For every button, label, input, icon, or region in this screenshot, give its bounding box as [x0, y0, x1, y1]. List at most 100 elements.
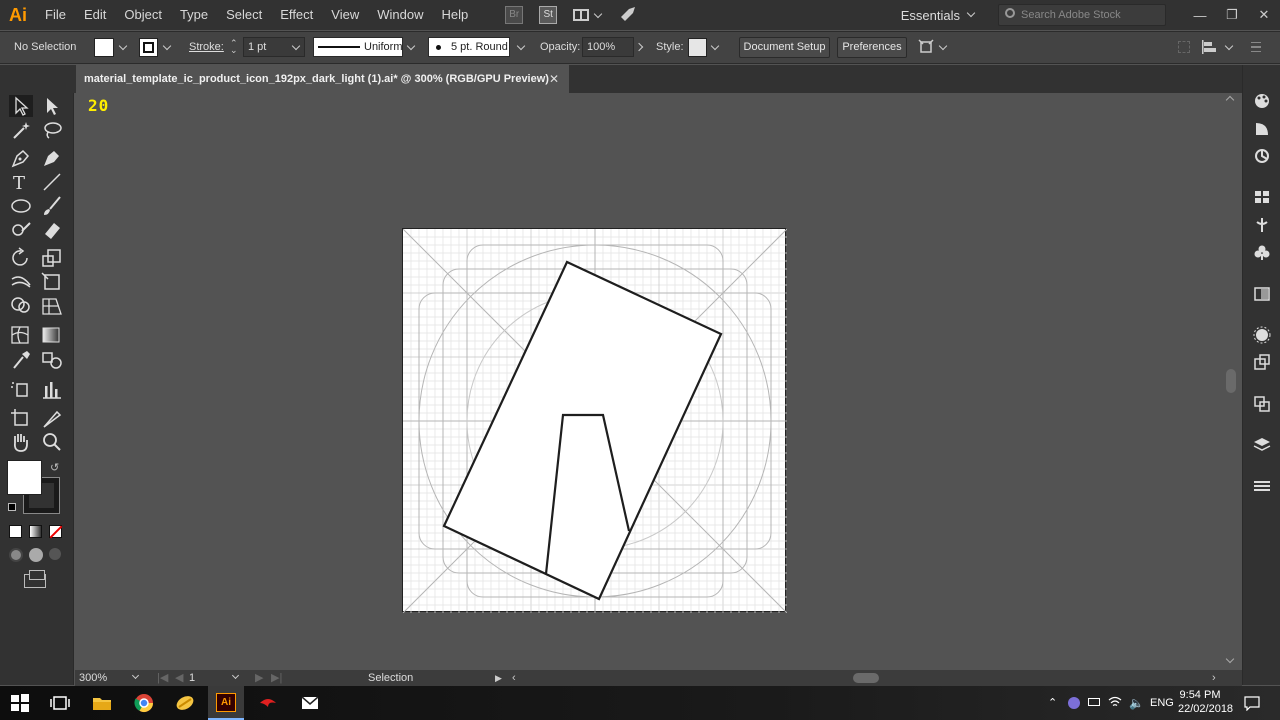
battery-icon[interactable] [1088, 698, 1100, 706]
document-setup-button[interactable]: Document Setup [739, 37, 830, 58]
previous-artboard-icon[interactable]: ◀ [175, 670, 183, 686]
swap-fill-stroke-icon[interactable]: ↺ [50, 461, 59, 474]
show-hidden-icons[interactable]: ⌃ [1048, 686, 1057, 720]
status-menu-icon[interactable]: ▶ [495, 670, 502, 686]
menu-select[interactable]: Select [217, 0, 271, 30]
default-fill-stroke-icon[interactable] [8, 503, 16, 511]
chevron-down-icon[interactable] [162, 41, 172, 51]
menu-edit[interactable]: Edit [75, 0, 115, 30]
shape-builder-tool-icon[interactable] [9, 295, 33, 317]
line-tool-icon[interactable] [40, 171, 64, 193]
document-tab[interactable]: material_template_ic_product_icon_192px_… [76, 65, 569, 93]
swatches-icon[interactable] [1253, 188, 1271, 206]
bridge-button[interactable]: Br [505, 6, 524, 24]
artboard-tool-icon[interactable] [9, 407, 33, 429]
gradient-tool-icon[interactable] [40, 324, 64, 346]
clock[interactable]: 9:54 PM 22/02/2018 [1178, 688, 1233, 716]
column-graph-tool-icon[interactable] [40, 378, 64, 400]
magic-wand-tool-icon[interactable] [9, 119, 33, 141]
scroll-left-icon[interactable]: ‹ [512, 670, 516, 686]
fill-color-swatch[interactable] [7, 460, 42, 495]
input-language[interactable]: ENG [1150, 686, 1174, 720]
stroke-stepper-icon[interactable]: ⌃ ⌄ [230, 39, 238, 55]
scroll-right-icon[interactable]: › [1212, 670, 1216, 686]
menu-window[interactable]: Window [368, 0, 432, 30]
illustrator-taskbar-icon[interactable]: Ai [208, 686, 244, 720]
vertical-scrollbar[interactable] [1222, 93, 1240, 668]
fill-swatch[interactable] [94, 38, 114, 57]
chevron-down-icon[interactable] [593, 9, 603, 18]
game-app-icon[interactable] [258, 693, 278, 713]
layers-icon[interactable] [1253, 436, 1271, 454]
draw-normal-icon[interactable] [9, 548, 23, 562]
menu-view[interactable]: View [322, 0, 368, 30]
chevron-down-icon[interactable] [406, 41, 416, 51]
first-artboard-icon[interactable]: |◀ [157, 670, 168, 686]
variable-width-profile[interactable]: Uniform [313, 37, 403, 57]
chevron-down-icon[interactable] [118, 41, 128, 51]
volume-icon[interactable]: 🔈 [1129, 686, 1144, 720]
direct-selection-tool-icon[interactable] [40, 95, 64, 117]
mesh-tool-icon[interactable] [9, 324, 33, 346]
pen-tool-icon[interactable] [9, 147, 33, 169]
menu-file[interactable]: File [36, 0, 75, 30]
minimize-icon[interactable]: — [1184, 8, 1216, 23]
selection-tool-icon[interactable] [9, 95, 33, 117]
type-tool-icon[interactable]: T [9, 171, 33, 194]
arrange-documents-icon[interactable] [573, 9, 590, 21]
file-explorer-icon[interactable] [92, 693, 112, 713]
blend-tool-icon[interactable] [40, 349, 64, 371]
close-icon[interactable]: ✕ [1248, 7, 1280, 23]
chevron-right-icon[interactable] [634, 42, 644, 52]
transform-panel-icon[interactable] [1253, 353, 1271, 371]
appearance-icon[interactable] [1253, 326, 1271, 344]
hamburger-menu-icon[interactable] [1253, 477, 1271, 495]
sticky-app-icon[interactable] [175, 693, 195, 713]
opacity-field[interactable]: 100% [582, 37, 634, 57]
last-artboard-icon[interactable]: ▶| [271, 670, 282, 686]
artboard[interactable] [402, 228, 788, 614]
fill-color-mode-icon[interactable] [9, 525, 22, 538]
shaper-tool-icon[interactable] [9, 219, 33, 241]
ellipse-tool-icon[interactable] [9, 195, 33, 217]
color-guide-icon[interactable] [1253, 120, 1271, 138]
free-transform-tool-icon[interactable] [40, 271, 64, 293]
preferences-button[interactable]: Preferences [837, 37, 907, 58]
gradient-mode-icon[interactable] [29, 525, 42, 538]
scale-tool-icon[interactable] [40, 247, 64, 269]
search-stock-input[interactable]: Search Adobe Stock [998, 4, 1166, 26]
draw-inside-icon[interactable] [49, 548, 61, 560]
lasso-tool-icon[interactable] [40, 119, 64, 141]
curvature-tool-icon[interactable] [40, 147, 64, 169]
menu-effect[interactable]: Effect [271, 0, 322, 30]
paintbrush-tool-icon[interactable] [40, 195, 64, 217]
panel-menu-icon[interactable] [1251, 42, 1261, 52]
zoom-tool-icon[interactable] [40, 431, 64, 453]
scroll-down-icon[interactable] [1225, 654, 1235, 664]
gpu-performance-icon[interactable] [619, 5, 637, 26]
symbol-sprayer-tool-icon[interactable] [9, 378, 33, 400]
slice-tool-icon[interactable] [40, 407, 64, 429]
brush-definition[interactable]: 5 pt. Round [428, 37, 510, 57]
chevron-down-icon[interactable] [710, 41, 720, 51]
graphic-style-swatch[interactable] [688, 38, 707, 57]
mail-app-icon[interactable] [300, 693, 320, 713]
stock-button[interactable]: St [539, 6, 558, 24]
task-view-icon[interactable] [50, 693, 70, 713]
artwork-svg[interactable] [402, 228, 788, 614]
chrome-icon[interactable] [134, 693, 154, 713]
screen-mode-icon[interactable] [24, 570, 46, 588]
color-palette-icon[interactable] [1253, 92, 1271, 110]
chevron-down-icon[interactable] [1224, 41, 1234, 51]
windows-start-icon[interactable] [10, 693, 30, 713]
brushes-icon[interactable] [1253, 216, 1271, 234]
draw-behind-icon[interactable] [29, 548, 43, 562]
product-icon-shape[interactable] [442, 260, 723, 601]
rotate-tool-icon[interactable] [9, 247, 33, 269]
next-artboard-icon[interactable]: ▶ [255, 670, 263, 686]
stroke-label[interactable]: Stroke: [189, 32, 224, 63]
menu-object[interactable]: Object [115, 0, 171, 30]
chevron-down-icon[interactable] [516, 41, 526, 51]
scroll-thumb[interactable] [1226, 369, 1236, 393]
symbols-icon[interactable] [1253, 243, 1271, 261]
